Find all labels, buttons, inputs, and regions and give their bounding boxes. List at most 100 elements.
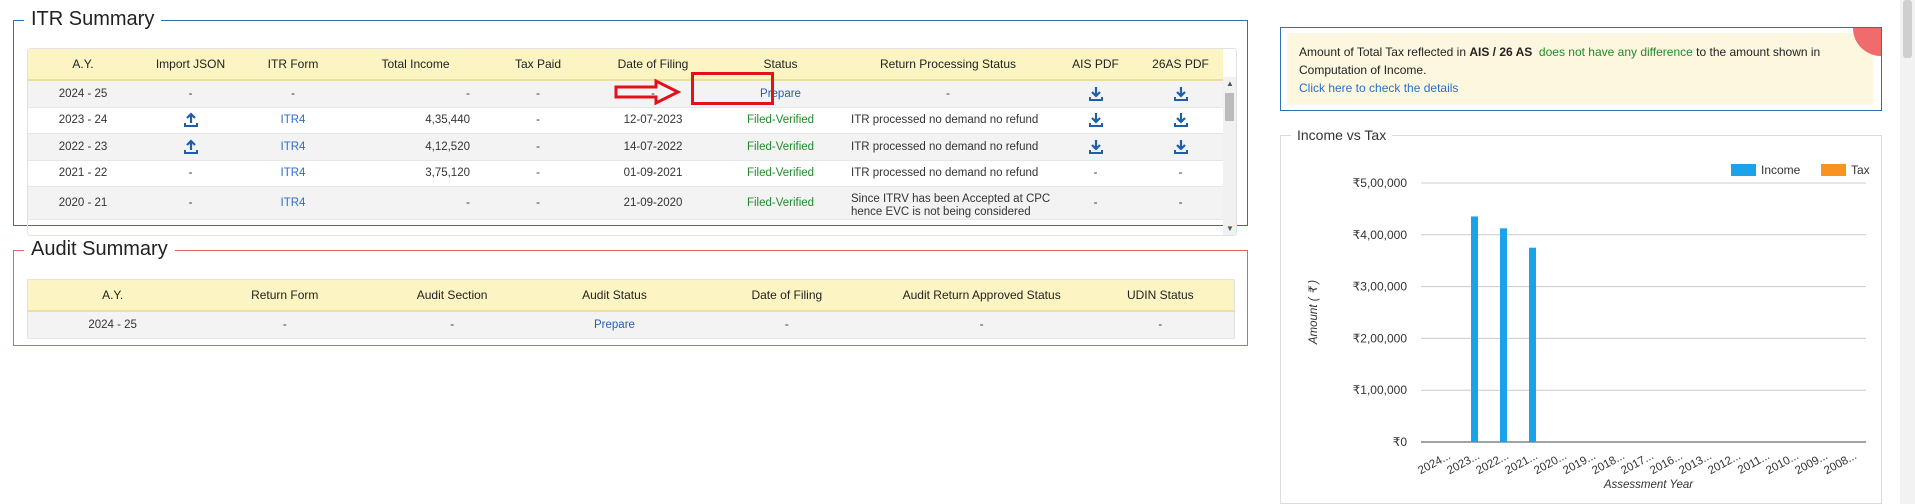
itr-table-scrollbar[interactable]: ▲ ▼	[1223, 77, 1236, 235]
x-tick-label: 2024...	[1416, 450, 1453, 477]
x-tick-label: 2012...	[1706, 450, 1743, 477]
26as-download-icon[interactable]	[1138, 133, 1223, 161]
page-scroll-thumb[interactable]	[1903, 0, 1912, 58]
tax-difference-notice: Amount of Total Tax reflected in AIS / 2…	[1280, 27, 1882, 111]
audit-col-approved-status: Audit Return Approved Status	[876, 279, 1087, 312]
col-ay: A.Y.	[28, 49, 138, 81]
y-tick-label: ₹5,00,000	[1353, 176, 1408, 190]
scroll-down-icon[interactable]: ▼	[1226, 224, 1234, 233]
row-ay: 2024 - 25	[28, 80, 138, 108]
col-total-income: Total Income	[343, 49, 488, 81]
y-tick-label: ₹3,00,000	[1353, 280, 1408, 294]
ais-download-icon[interactable]	[1053, 80, 1138, 108]
x-tick-label: 2023...	[1445, 450, 1482, 477]
legend-income-swatch	[1731, 164, 1756, 176]
itr-header-row: A.Y. Import JSON ITR Form Total Income T…	[28, 49, 1223, 81]
row-itr-form[interactable]: ITR4	[243, 186, 343, 220]
col-return-processing-status: Return Processing Status	[843, 49, 1053, 81]
row-total-income: 4,35,440	[343, 107, 488, 134]
legend-tax-swatch	[1821, 164, 1846, 176]
table-row: 2020 - 21- ITR4- -21-09-2020 Filed-Verified…	[28, 186, 1223, 220]
ais-download-icon[interactable]	[1053, 107, 1138, 134]
row-processing-status: -	[843, 80, 1053, 108]
table-row: 2024 - 25 - - Prepare - - -	[27, 311, 1235, 339]
audit-udin: -	[1086, 311, 1235, 339]
row-processing-status: ITR processed no demand no refund	[843, 160, 1053, 187]
row-date-of-filing: 21-09-2020	[588, 186, 718, 220]
audit-section: -	[372, 311, 533, 339]
ais-download-icon[interactable]	[1053, 133, 1138, 161]
audit-col-audit-status: Audit Status	[532, 279, 697, 312]
row-processing-status: Since ITRV has been Accepted at CPC henc…	[843, 186, 1053, 220]
row-ais: -	[1053, 186, 1138, 220]
row-itr-form[interactable]: ITR4	[243, 133, 343, 161]
x-tick-label: 2008...	[1822, 450, 1859, 477]
income-bar	[1500, 228, 1507, 442]
row-import: -	[138, 186, 243, 220]
audit-summary-section: Audit Summary A.Y. Return Form Audit Sec…	[13, 237, 1248, 346]
scroll-up-icon[interactable]: ▲	[1226, 79, 1234, 88]
annotation-arrow-icon	[614, 78, 682, 106]
x-tick-label: 2013...	[1677, 450, 1714, 477]
audit-ay: 2024 - 25	[27, 311, 198, 339]
annotation-highlight-box	[691, 72, 774, 105]
page-scrollbar[interactable]	[1900, 0, 1915, 504]
26as-download-icon[interactable]	[1138, 107, 1223, 134]
status-badge: Filed-Verified	[718, 186, 843, 220]
row-itr-form[interactable]: ITR4	[243, 160, 343, 187]
row-ay: 2021 - 22	[28, 160, 138, 187]
audit-date: -	[696, 311, 877, 339]
notice-bold: AIS / 26 AS	[1469, 45, 1533, 59]
y-tick-label: ₹1,00,000	[1353, 383, 1408, 397]
check-details-link[interactable]: Click here to check the details	[1299, 81, 1458, 95]
row-26as: -	[1138, 160, 1223, 187]
audit-header-row: A.Y. Return Form Audit Section Audit Sta…	[27, 279, 1235, 312]
row-import: -	[138, 80, 243, 108]
row-itr-form[interactable]: ITR4	[243, 107, 343, 134]
notice-green: does not have any difference	[1538, 45, 1693, 59]
y-tick-label: ₹2,00,000	[1353, 331, 1408, 345]
upload-json-icon[interactable]	[138, 107, 243, 134]
status-badge: Filed-Verified	[718, 133, 843, 161]
col-import-json: Import JSON	[138, 49, 243, 81]
x-tick-label: 2022...	[1474, 450, 1511, 477]
x-axis-label: Assessment Year	[1603, 479, 1694, 491]
row-processing-status: ITR processed no demand no refund	[843, 107, 1053, 134]
income-vs-tax-chart: ₹0 ₹1,00,000 ₹2,00,000 ₹3,00,000 ₹4,00,000 ₹5…	[1308, 163, 1870, 491]
itr-summary-section: ITR Summary A.Y. Import JSON ITR Form To…	[13, 7, 1248, 236]
audit-col-return-form: Return Form	[197, 279, 373, 312]
audit-col-udin-status: UDIN Status	[1086, 279, 1235, 312]
audit-col-ay: A.Y.	[27, 279, 198, 312]
itr-table: A.Y. Import JSON ITR Form Total Income T…	[28, 49, 1223, 220]
table-row: 2023 - 24 ITR4 4,35,440-12-07-2023 Filed-Ve…	[28, 107, 1223, 134]
row-date-of-filing: 14-07-2022	[588, 133, 718, 161]
x-tick-label: 2020...	[1532, 450, 1569, 477]
table-row: 2021 - 22 - ITR4 3,75,120 - 01-09-2021 Filed-V…	[28, 160, 1223, 187]
row-itr-form: -	[243, 80, 343, 108]
col-ais-pdf: AIS PDF	[1053, 49, 1138, 81]
row-total-income: 4,12,520	[343, 133, 488, 161]
scroll-thumb[interactable]	[1225, 93, 1234, 121]
26as-download-icon[interactable]	[1138, 80, 1223, 108]
row-ais: -	[1053, 160, 1138, 187]
status-badge: Filed-Verified	[718, 160, 843, 187]
row-date-of-filing: 01-09-2021	[588, 160, 718, 187]
row-total-income: 3,75,120	[343, 160, 488, 187]
y-tick-label: ₹0	[1393, 435, 1408, 449]
audit-form: -	[197, 311, 373, 339]
row-ay: 2022 - 23	[28, 133, 138, 161]
col-26as-pdf: 26AS PDF	[1138, 49, 1223, 81]
row-tax-paid: -	[488, 107, 588, 134]
audit-prepare-link[interactable]: Prepare	[532, 311, 697, 339]
row-tax-paid: -	[488, 80, 588, 108]
row-ay: 2023 - 24	[28, 107, 138, 134]
y-axis-label: Amount ( ₹ )	[1308, 280, 1320, 345]
upload-json-icon[interactable]	[138, 133, 243, 161]
audit-table: A.Y. Return Form Audit Section Audit Sta…	[27, 279, 1235, 339]
legend-income-label: Income	[1761, 163, 1801, 177]
col-tax-paid: Tax Paid	[488, 49, 588, 81]
audit-col-audit-section: Audit Section	[372, 279, 533, 312]
x-tick-label: 2016...	[1648, 450, 1685, 477]
row-total-income: -	[343, 186, 488, 220]
row-26as: -	[1138, 186, 1223, 220]
